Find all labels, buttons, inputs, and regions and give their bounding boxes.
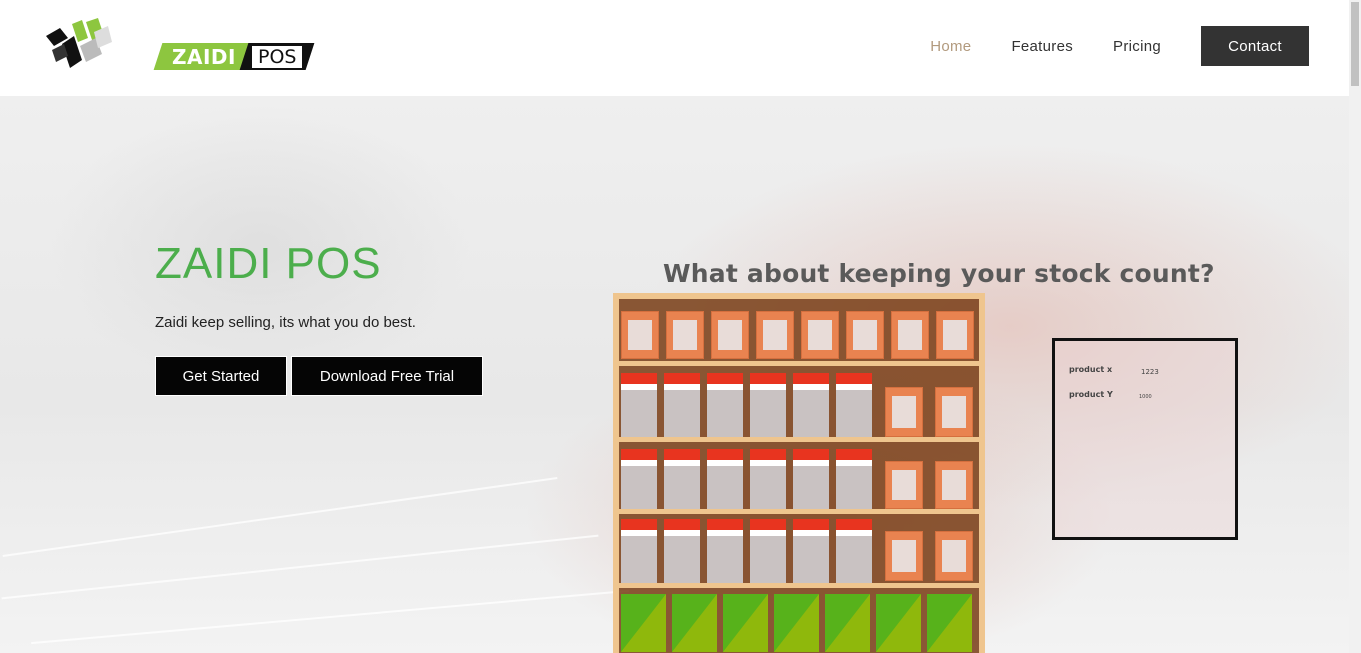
- product-y-label: product Y: [1069, 390, 1113, 399]
- hero-section: ZAIDI POS Zaidi keep selling, its what y…: [0, 96, 1349, 653]
- logo-mark-icon: [46, 18, 112, 68]
- product-y-count: 1000: [1139, 394, 1152, 400]
- stock-count-card: product x 1223 product Y 1000: [1052, 338, 1238, 540]
- logo-text-pos: POS: [252, 46, 303, 68]
- contact-button[interactable]: Contact: [1201, 26, 1309, 66]
- product-x-label: product x: [1069, 365, 1113, 374]
- logo-wordmark: ZAIDI POS: [153, 43, 315, 70]
- hero-subtitle: Zaidi keep selling, its what you do best…: [155, 314, 416, 331]
- product-x-count: 1223: [1141, 368, 1159, 376]
- stock-heading: What about keeping your stock count?: [663, 259, 1215, 288]
- logo-text-zaidi: ZAIDI: [172, 45, 236, 69]
- background-decoration: [31, 589, 629, 645]
- get-started-button[interactable]: Get Started: [155, 356, 287, 396]
- site-header: ZAIDI POS Home Features Pricing Contact: [0, 0, 1349, 96]
- download-free-trial-button[interactable]: Download Free Trial: [291, 356, 483, 396]
- scrollbar-thumb[interactable]: [1351, 2, 1359, 86]
- stock-shelf-illustration: [613, 293, 985, 653]
- background-decoration: [2, 477, 558, 557]
- nav-features[interactable]: Features: [1011, 38, 1073, 55]
- page-scrollbar[interactable]: [1349, 0, 1361, 653]
- main-nav: Home Features Pricing Contact: [890, 26, 1309, 66]
- nav-pricing[interactable]: Pricing: [1113, 38, 1161, 55]
- hero-title: ZAIDI POS: [155, 239, 382, 288]
- zaidi-pos-logo[interactable]: ZAIDI POS: [42, 16, 315, 74]
- nav-home[interactable]: Home: [930, 38, 971, 55]
